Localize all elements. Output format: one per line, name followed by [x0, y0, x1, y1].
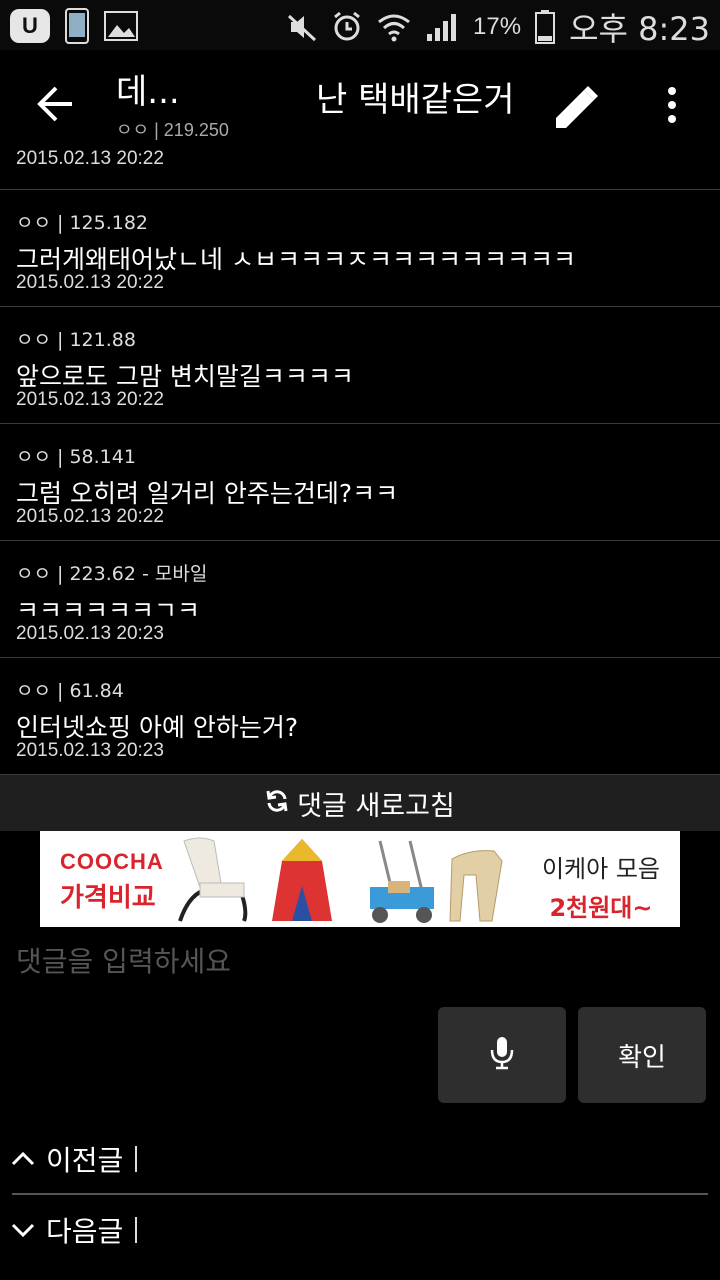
wifi-icon — [377, 12, 411, 42]
comment-date: 2015.02.13 20:22 — [16, 506, 164, 527]
confirm-button[interactable]: 확인 — [578, 1007, 706, 1103]
comment-item: ㅇㅇ | 121.88 앞으로도 그맘 변치말길ㅋㅋㅋㅋ 2015.02.13 … — [0, 307, 720, 424]
comment-meta: ㅇㅇ | 61.84 — [16, 680, 124, 702]
next-post-link[interactable]: 다음글 — [0, 1195, 720, 1265]
refresh-icon — [265, 789, 289, 817]
ad-brand-logo: COOCHA — [60, 849, 164, 874]
ad-brand-subtitle: 가격비교 — [60, 882, 156, 912]
ad-text-line2: 2천원대~ — [549, 894, 653, 922]
chevron-up-icon — [10, 1146, 36, 1172]
comment-body: ㅋㅋㅋㅋㅋㅋㄱㅋ — [16, 596, 201, 625]
edit-button[interactable] — [548, 78, 604, 134]
more-options-button[interactable] — [660, 86, 684, 126]
comment-meta: ㅇㅇ | 223.62 - 모바일 — [16, 563, 208, 585]
more-vertical-icon — [660, 87, 684, 130]
mute-icon — [287, 12, 317, 42]
author-block: 데... ㅇㅇ | 219.250 — [116, 72, 229, 142]
comment-item: ㅇㅇ | 61.84 인터넷쇼핑 아예 안하는거? 2015.02.13 20:… — [0, 658, 720, 775]
status-right: 17% 오후 8:23 — [287, 4, 710, 50]
comment-date: 2015.02.13 20:22 — [16, 389, 164, 410]
nav-separator — [135, 1217, 138, 1243]
comment-input[interactable] — [16, 936, 706, 986]
comment-item: ㅇㅇ | 125.182 그러게왜태어났ㄴ네 ㅅㅂㅋㅋㅋㅈㅋㅋㅋㅋㅋㅋㅋㅋㅋ 2… — [0, 190, 720, 307]
comment-body: 그러게왜태어났ㄴ네 ㅅㅂㅋㅋㅋㅈㅋㅋㅋㅋㅋㅋㅋㅋㅋ — [16, 245, 576, 274]
phone-icon — [64, 8, 90, 44]
ad-banner[interactable]: COOCHA 가격비교 이케아 모음 2천원대~ — [40, 831, 680, 927]
comment-body: 인터넷쇼핑 아예 안하는거? — [16, 713, 299, 742]
microphone-icon — [489, 1036, 515, 1074]
ad-text-line1: 이케아 모음 — [541, 855, 660, 883]
comment-date: 2015.02.13 20:23 — [16, 740, 164, 761]
comment-date: 2015.02.13 20:23 — [16, 623, 164, 644]
comment-body: 앞으로도 그맘 변치말길ㅋㅋㅋㅋ — [16, 362, 354, 391]
back-button[interactable] — [36, 84, 76, 124]
back-arrow-icon — [36, 86, 76, 128]
comment-date: 2015.02.13 20:22 — [16, 150, 164, 169]
status-left: U — [10, 8, 138, 44]
comment-meta: ㅇㅇ | 121.88 — [16, 329, 136, 351]
comment-item: ㅇㅇ | 223.62 - 모바일 ㅋㅋㅋㅋㅋㅋㄱㅋ 2015.02.13 20… — [0, 541, 720, 658]
comment-partial: 2015.02.13 20:22 — [0, 150, 720, 190]
alarm-icon — [331, 11, 363, 43]
comment-meta: ㅇㅇ | 125.182 — [16, 212, 149, 234]
refresh-comments-button[interactable]: 댓글 새로고침 — [0, 775, 720, 831]
voice-input-button[interactable] — [438, 1007, 566, 1103]
battery-percent: 17% — [473, 13, 522, 40]
comment-list: 2015.02.13 20:22 ㅇㅇ | 125.182 그러게왜태어났ㄴ네 … — [0, 150, 720, 775]
chevron-down-icon — [10, 1217, 36, 1243]
ad-brand: COOCHA 가격비교 — [60, 849, 164, 914]
comment-meta: ㅇㅇ | 58.141 — [16, 446, 136, 468]
comment-item: ㅇㅇ | 58.141 그럼 오히려 일거리 안주는건데?ㅋㅋ 2015.02.… — [0, 424, 720, 541]
app-icon: U — [10, 9, 50, 43]
image-icon — [104, 11, 138, 41]
pencil-icon — [548, 86, 604, 138]
previous-post-link[interactable]: 이전글 — [0, 1124, 720, 1194]
author-meta: ㅇㅇ | 219.250 — [116, 120, 229, 140]
post-title: 난 택배같은거 — [316, 80, 515, 120]
previous-post-label: 이전글 — [46, 1144, 124, 1177]
author-name: 데... — [116, 72, 180, 112]
comment-body: 그럼 오히려 일거리 안주는건데?ㅋㅋ — [16, 479, 399, 508]
status-bar: U 17% 오후 8:23 — [0, 0, 720, 50]
nav-separator — [135, 1146, 138, 1172]
app-header: 데... ㅇㅇ | 219.250 난 택배같은거 — [0, 50, 720, 150]
battery-icon — [535, 10, 556, 44]
clock: 오후 8:23 — [569, 10, 710, 48]
next-post-label: 다음글 — [46, 1215, 124, 1248]
ad-text: 이케아 모음 2천원대~ — [542, 849, 660, 923]
ad-products-image — [178, 837, 503, 923]
signal-icon — [425, 12, 459, 42]
refresh-label: 댓글 새로고침 — [297, 790, 455, 822]
comment-date: 2015.02.13 20:22 — [16, 272, 164, 293]
